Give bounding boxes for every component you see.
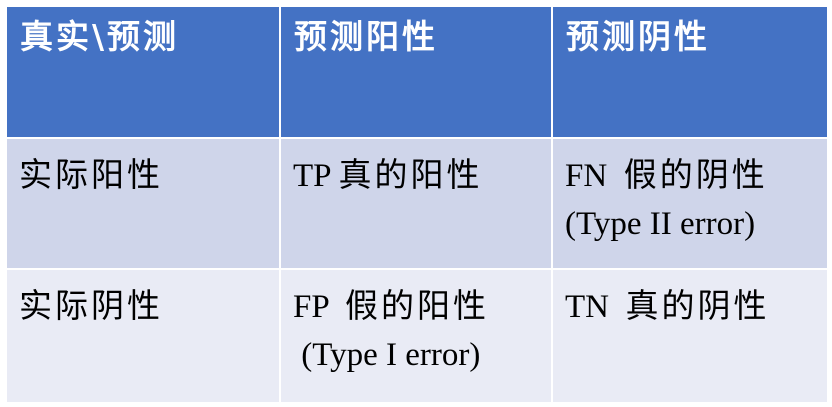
predicted-negative-header-label: 预测阴性: [566, 17, 710, 56]
corner-header-label: 真实\预测: [20, 17, 180, 56]
fp-note: (Type I error): [293, 337, 481, 373]
true-positive-cell: TP 真的阳性: [279, 137, 553, 270]
actual-negative-label: 实际阴性: [19, 286, 163, 325]
tp-code: TP: [293, 158, 339, 194]
confusion-matrix-table: 真实\预测 预测阳性 预测阴性 实际阳性 TP 真的阳性 FN 假的阴性 (Typ…: [5, 5, 829, 404]
fn-code: FN: [565, 158, 624, 194]
predicted-positive-header-cell: 预测阳性: [279, 5, 553, 139]
header-row: 真实\预测 预测阳性 预测阴性: [5, 5, 829, 139]
false-negative-cell: FN 假的阴性 (Type II error): [551, 137, 829, 270]
actual-negative-row: 实际阴性 FP 假的阳性 (Type I error) TN 真的阴性: [5, 268, 829, 404]
actual-positive-label-cell: 实际阳性: [5, 137, 281, 270]
corner-header-cell: 真实\预测: [5, 5, 281, 139]
actual-positive-label: 实际阳性: [19, 155, 163, 194]
predicted-negative-header-cell: 预测阴性: [551, 5, 829, 139]
predicted-positive-header-label: 预测阳性: [294, 17, 438, 56]
fn-note: (Type II error): [565, 206, 756, 242]
fn-text: 假的阴性: [623, 155, 768, 194]
fp-code: FP: [293, 289, 345, 325]
actual-positive-row: 实际阳性 TP 真的阳性 FN 假的阴性 (Type II error): [5, 137, 829, 270]
true-negative-cell: TN 真的阴性: [551, 268, 829, 404]
actual-negative-label-cell: 实际阴性: [5, 268, 281, 404]
tn-code: TN: [565, 289, 626, 325]
tn-text: 真的阴性: [625, 286, 770, 325]
false-positive-cell: FP 假的阳性 (Type I error): [279, 268, 553, 404]
fp-text: 假的阳性: [344, 286, 489, 325]
tp-text: 真的阳性: [338, 155, 483, 194]
